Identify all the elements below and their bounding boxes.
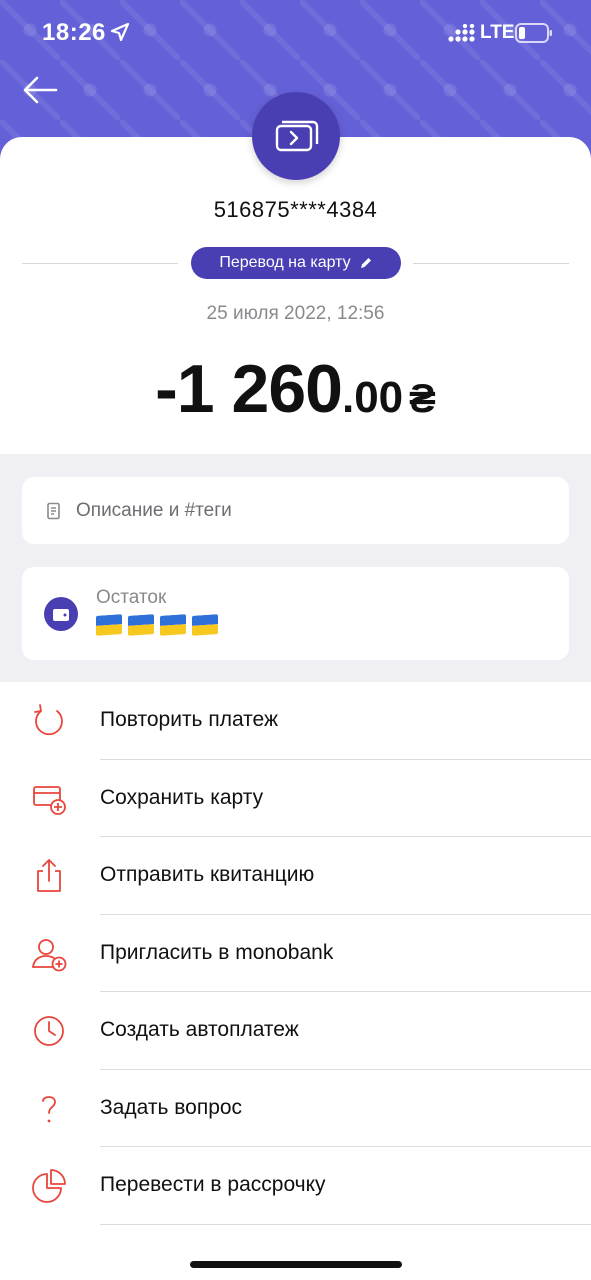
action-label: Повторить платеж (100, 708, 279, 731)
action-invite[interactable]: Пригласить в monobank (0, 915, 591, 992)
ukraine-flag-icon (128, 614, 154, 636)
transaction-date: 25 июля 2022, 12:56 (206, 303, 385, 324)
ukraine-flag-icon (160, 614, 186, 636)
card-add-icon (33, 785, 66, 815)
action-label: Отправить квитанцию (100, 863, 315, 886)
arrow-left-icon (23, 76, 58, 104)
amount-decimal: .00 (341, 373, 404, 422)
divider-right (413, 263, 569, 264)
action-installments[interactable]: Перевести в рассрочку (0, 1147, 591, 1225)
pie-chart-icon (32, 1169, 66, 1203)
clock-icon (34, 1016, 64, 1046)
action-label: Сохранить карту (100, 785, 264, 809)
action-ask-question[interactable]: Задать вопрос (0, 1070, 591, 1147)
user-add-icon (32, 938, 67, 971)
category-label: Перевод на карту (219, 254, 351, 271)
description-field[interactable]: Описание и #теги (22, 477, 569, 544)
repeat-icon (34, 704, 63, 736)
action-autopay[interactable]: Создать автоплатеж (0, 992, 591, 1070)
home-indicator (190, 1261, 402, 1268)
action-list: Повторить платеж Сохранить карту Отправи… (0, 682, 591, 1225)
card-transfer-icon (275, 120, 319, 152)
network-type: LTE (480, 22, 515, 43)
ukraine-flag-icon (192, 614, 218, 636)
description-placeholder: Описание и #теги (76, 499, 232, 521)
wallet-icon (44, 597, 78, 631)
action-label: Пригласить в monobank (100, 940, 334, 964)
battery-icon (515, 23, 552, 43)
pencil-icon (360, 258, 371, 268)
category-chip[interactable]: Перевод на карту (191, 247, 401, 279)
balance-card: Остаток (22, 567, 569, 660)
amount-integer: -1 260 (155, 351, 343, 427)
balance-flags (96, 614, 218, 636)
action-label: Перевести в рассрочку (100, 1173, 326, 1196)
status-time: 18:26 (42, 19, 106, 46)
note-icon (47, 502, 60, 519)
ukraine-flag-icon (96, 614, 122, 636)
action-label: Создать автоплатеж (100, 1018, 299, 1041)
row-divider (100, 1223, 591, 1225)
status-bar: 18:26 LTE (0, 0, 591, 66)
back-button[interactable] (20, 72, 60, 108)
question-icon (42, 1095, 56, 1122)
action-repeat-payment[interactable]: Повторить платеж (0, 682, 591, 760)
transaction-amount: -1 260.00 ₴ (0, 350, 591, 428)
currency-symbol: ₴ (409, 377, 436, 421)
card-number: 516875****4384 (213, 197, 378, 222)
signal-icon (448, 24, 475, 42)
divider-left (22, 263, 178, 264)
location-arrow-icon (110, 22, 130, 42)
action-label: Задать вопрос (100, 1095, 243, 1119)
transfer-icon (252, 92, 340, 180)
action-send-receipt[interactable]: Отправить квитанцию (0, 837, 591, 915)
action-save-card[interactable]: Сохранить карту (0, 760, 591, 837)
balance-label: Остаток (96, 587, 167, 608)
share-icon (37, 859, 61, 892)
